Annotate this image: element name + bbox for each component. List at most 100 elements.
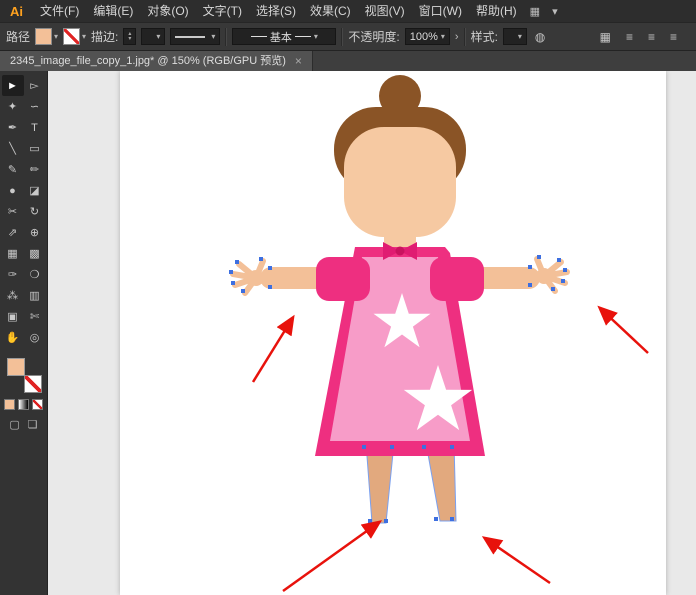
right-sleeve[interactable] [430, 257, 484, 301]
tool-zoom[interactable]: ◎ [24, 327, 46, 348]
stroke-color-swatch[interactable]: ▾ [63, 28, 86, 45]
separator [225, 28, 227, 46]
opacity-panel-chevron-icon[interactable]: › [455, 31, 459, 43]
align-right-icon[interactable]: ≡ [667, 30, 680, 44]
workspace-switcher-icon[interactable]: ▦ [524, 5, 546, 18]
fill-color-icon [35, 28, 52, 45]
stepper-down-icon: ▾ [128, 37, 131, 42]
tool-scissors[interactable]: ✂ [2, 201, 24, 222]
tool-pencil[interactable]: ✏ [24, 159, 46, 180]
arrange-documents-icon[interactable]: ▦ [597, 30, 614, 44]
recolor-artwork-icon[interactable]: ◍ [532, 30, 548, 44]
red-arrow-right-hand[interactable] [601, 309, 648, 353]
chevron-down-icon: ▾ [156, 33, 160, 41]
artboard[interactable] [120, 71, 666, 595]
align-center-icon[interactable]: ≡ [645, 30, 658, 44]
tool-direct-selection[interactable]: ▻ [24, 75, 46, 96]
tool-type[interactable]: T [24, 117, 46, 138]
tool-column-graph[interactable]: ▥ [24, 285, 46, 306]
align-left-icon[interactable]: ≡ [623, 30, 636, 44]
menu-caret-icon[interactable]: ▾ [546, 5, 564, 18]
control-bar: 路径 ▾ ▾ 描边: ▴ ▾ ▾ ▾ 基本 ▾ 不透明度: 100% ▾ › 样… [0, 22, 696, 51]
separator [464, 28, 466, 46]
fill-indicator[interactable] [7, 358, 25, 376]
chevron-down-icon: ▾ [211, 33, 215, 41]
menu-bar: Ai 文件(F) 编辑(E) 对象(O) 文字(T) 选择(S) 效果(C) 视… [0, 0, 696, 22]
menu-item-type[interactable]: 文字(T) [196, 0, 249, 22]
menu-item-select[interactable]: 选择(S) [249, 0, 303, 22]
chevron-down-icon: ▾ [54, 33, 58, 41]
menu-item-window[interactable]: 窗口(W) [412, 0, 469, 22]
artwork-girl[interactable] [120, 71, 666, 595]
tool-pen[interactable]: ✒ [2, 117, 24, 138]
face[interactable] [344, 127, 456, 237]
tool-mesh[interactable]: ▦ [2, 243, 24, 264]
tool-scale[interactable]: ⇗ [2, 222, 24, 243]
chevron-down-icon: ▾ [82, 33, 86, 41]
brush-name: 基本 [270, 29, 292, 45]
separator [341, 28, 343, 46]
style-label: 样式: [471, 28, 498, 45]
red-arrow-right-leg[interactable] [486, 539, 550, 583]
gradient-button[interactable] [18, 399, 29, 410]
stroke-weight-stepper[interactable]: ▴ ▾ [123, 28, 136, 45]
tool-eyedropper[interactable]: ✑ [2, 264, 24, 285]
tool-paintbrush[interactable]: ✎ [2, 159, 24, 180]
tool-lasso[interactable]: ∽ [24, 96, 46, 117]
draw-normal-icon[interactable]: ▢ [9, 418, 19, 431]
chevron-down-icon: ▾ [314, 33, 318, 41]
red-arrow-left-hand[interactable] [253, 319, 292, 382]
context-label: 路径 [6, 28, 30, 45]
style-dropdown[interactable]: ▾ [503, 28, 527, 45]
tool-shape-builder[interactable]: ⊕ [24, 222, 46, 243]
tool-symbol-sprayer[interactable]: ⁂ [2, 285, 24, 306]
tool-rectangle[interactable]: ▭ [24, 138, 46, 159]
fill-color-swatch[interactable]: ▾ [35, 28, 58, 45]
tool-blob-brush[interactable]: ● [2, 180, 24, 201]
tool-blend[interactable]: ❍ [24, 264, 46, 285]
stroke-label: 描边: [91, 28, 118, 45]
tool-hand[interactable]: ✋ [2, 327, 24, 348]
brush-definition-dropdown[interactable]: 基本 ▾ [232, 28, 336, 45]
red-arrow-left-leg[interactable] [283, 523, 378, 591]
close-icon[interactable]: × [295, 51, 302, 71]
draw-mode-buttons: ▢ ❏ [0, 418, 47, 431]
menu-item-help[interactable]: 帮助(H) [469, 0, 524, 22]
canvas-area[interactable] [48, 71, 696, 595]
document-tab-title: 2345_image_file_copy_1.jpg* @ 150% (RGB/… [10, 51, 286, 71]
opacity-value: 100% [410, 31, 438, 43]
control-bar-right-icons: ▦ ≡ ≡ ≡ [597, 30, 690, 44]
none-button[interactable] [32, 399, 43, 410]
chevron-down-icon: ▾ [518, 33, 522, 41]
left-sleeve[interactable] [316, 257, 370, 301]
screen-mode-icon[interactable]: ❏ [28, 418, 38, 431]
color-mode-buttons [0, 399, 47, 410]
tool-gradient[interactable]: ▩ [24, 243, 46, 264]
brush-stroke-icon [251, 36, 267, 37]
tool-slice[interactable]: ✄ [24, 306, 46, 327]
stroke-indicator[interactable] [24, 375, 42, 393]
menu-item-view[interactable]: 视图(V) [358, 0, 412, 22]
tool-line-segment[interactable]: ╲ [2, 138, 24, 159]
tools-panel: ► ▻ ✦ ∽ ✒ T ╲ ▭ ✎ ✏ ● ◪ ✂ ↻ ⇗ ⊕ ▦ ▩ ✑ ❍ … [0, 71, 48, 595]
left-hand[interactable] [233, 261, 264, 293]
menu-item-edit[interactable]: 编辑(E) [86, 0, 140, 22]
opacity-dropdown[interactable]: 100% ▾ [405, 28, 450, 45]
tool-grid: ► ▻ ✦ ∽ ✒ T ╲ ▭ ✎ ✏ ● ◪ ✂ ↻ ⇗ ⊕ ▦ ▩ ✑ ❍ … [0, 71, 47, 348]
tab-bar: 2345_image_file_copy_1.jpg* @ 150% (RGB/… [0, 51, 696, 71]
tool-magic-wand[interactable]: ✦ [2, 96, 24, 117]
tool-selection[interactable]: ► [2, 75, 24, 96]
color-button[interactable] [4, 399, 15, 410]
document-tab[interactable]: 2345_image_file_copy_1.jpg* @ 150% (RGB/… [0, 51, 313, 71]
menu-item-object[interactable]: 对象(O) [140, 0, 195, 22]
stroke-weight-dropdown[interactable]: ▾ [141, 28, 165, 45]
menu-item-file[interactable]: 文件(F) [33, 0, 86, 22]
tool-eraser[interactable]: ◪ [24, 180, 46, 201]
fill-stroke-indicator [6, 357, 42, 393]
menu-item-effect[interactable]: 效果(C) [303, 0, 358, 22]
width-profile-dropdown[interactable]: ▾ [170, 28, 220, 45]
tool-rotate[interactable]: ↻ [24, 201, 46, 222]
stroke-none-icon [63, 28, 80, 45]
right-hand[interactable] [536, 259, 567, 291]
tool-artboard[interactable]: ▣ [2, 306, 24, 327]
